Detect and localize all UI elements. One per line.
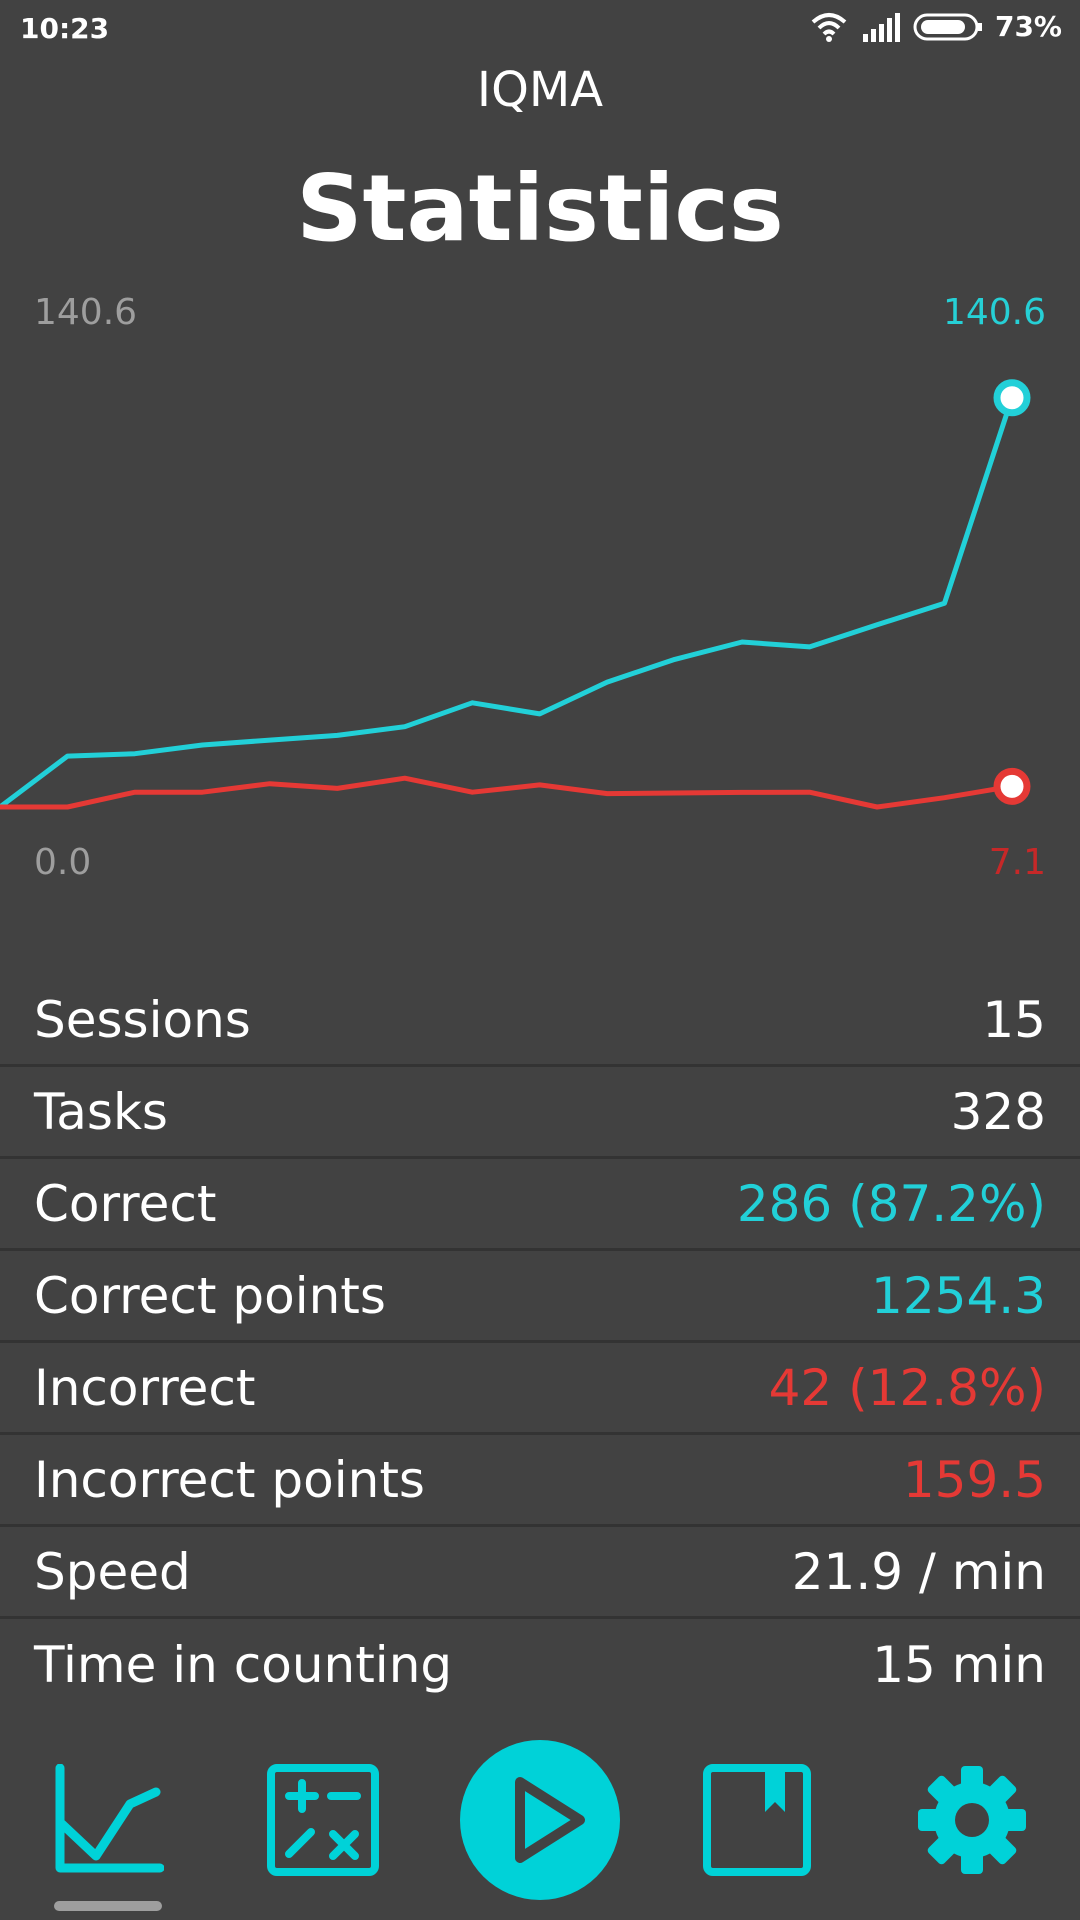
bookmark-icon <box>703 1764 811 1876</box>
correct-endpoint <box>993 379 1031 417</box>
nav-statistics-button[interactable] <box>48 1760 168 1880</box>
stat-value: 159.5 <box>902 1450 1046 1509</box>
settings-icon <box>918 1766 1026 1874</box>
nav-play-button[interactable] <box>458 1738 622 1902</box>
stat-row: Correct 286 (87.2%) <box>0 1159 1080 1251</box>
statistics-icon <box>55 1764 164 1873</box>
incorrect-series-line <box>0 775 1013 810</box>
stats-table: Sessions 15 Tasks 328 Correct 286 (87.2%) Corr… <box>0 975 1080 1711</box>
play-icon <box>460 1740 620 1900</box>
stat-value: 286 (87.2%) <box>736 1174 1046 1233</box>
chart-max-label: 140.6 <box>34 292 138 333</box>
app-title: IQMA <box>476 62 604 118</box>
battery-percent: 73% <box>994 10 1062 43</box>
stat-value: 21.9 / min <box>791 1542 1046 1601</box>
stat-label: Speed <box>34 1542 191 1601</box>
wifi-icon <box>811 12 847 42</box>
stat-label: Incorrect <box>34 1358 256 1417</box>
correct-series-line <box>0 396 1015 809</box>
stat-row: Incorrect points 159.5 <box>0 1435 1080 1527</box>
nav-calculator-button[interactable] <box>263 1760 383 1880</box>
stat-label: Correct <box>34 1174 217 1233</box>
stat-value: 1254.3 <box>871 1266 1046 1325</box>
nav-bookmark-button[interactable] <box>697 1760 817 1880</box>
active-tab-indicator <box>54 1901 162 1911</box>
bottom-nav <box>0 1735 1080 1920</box>
stat-row: Incorrect 42 (12.8%) <box>0 1343 1080 1435</box>
stat-label: Correct points <box>34 1266 386 1325</box>
chart-incorrect-last-label: 7.1 <box>988 842 1046 883</box>
nav-settings-button[interactable] <box>912 1760 1032 1880</box>
stat-label: Time in counting <box>34 1636 453 1694</box>
signal-icon <box>862 12 900 42</box>
stat-label: Sessions <box>34 990 251 1049</box>
chart-min-label: 0.0 <box>34 842 92 883</box>
stat-row: Tasks 328 <box>0 1067 1080 1159</box>
status-icons: 73% <box>809 10 1062 43</box>
stat-row: Sessions 15 <box>0 975 1080 1067</box>
stat-row: Speed 21.9 / min <box>0 1527 1080 1619</box>
stat-row: Time in counting 15 min <box>0 1619 1080 1711</box>
stat-value: 328 <box>950 1082 1046 1141</box>
stat-value: 42 (12.8%) <box>768 1358 1046 1417</box>
chart-correct-last-label: 140.6 <box>942 292 1046 333</box>
incorrect-endpoint <box>993 767 1031 805</box>
statistics-chart <box>0 379 1031 810</box>
status-time: 10:23 <box>20 12 110 45</box>
status-bar: 10:23 73% <box>0 0 1080 60</box>
calculator-icon <box>267 1764 379 1876</box>
stat-label: Tasks <box>34 1082 168 1141</box>
stat-row: Correct points 1254.3 <box>0 1251 1080 1343</box>
stat-value: 15 <box>982 990 1046 1049</box>
page-title: Statistics <box>296 155 784 262</box>
stat-label: Incorrect points <box>34 1450 425 1509</box>
stat-value: 15 min <box>872 1636 1046 1694</box>
battery-icon <box>913 13 982 40</box>
